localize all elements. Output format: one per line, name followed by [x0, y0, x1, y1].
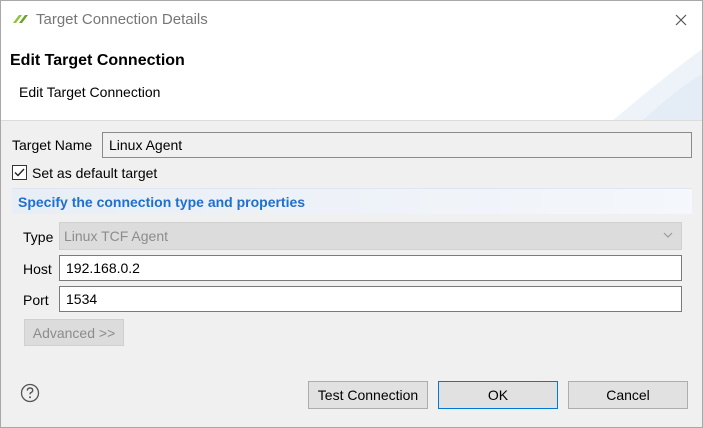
- type-dropdown[interactable]: Linux TCF Agent: [59, 222, 682, 250]
- banner-decoration: [613, 49, 702, 120]
- target-name-label: Target Name: [12, 137, 93, 153]
- type-label: Type: [23, 229, 54, 245]
- cancel-button[interactable]: Cancel: [568, 381, 688, 409]
- banner-subtitle: Edit Target Connection: [19, 84, 161, 100]
- app-logo-icon: [13, 15, 28, 23]
- banner-title: Edit Target Connection: [10, 52, 185, 69]
- connection-group-header: Specify the connection type and properti…: [12, 188, 692, 214]
- host-field[interactable]: [59, 255, 682, 281]
- default-target-label[interactable]: Set as default target: [32, 165, 157, 181]
- ok-button[interactable]: OK: [438, 381, 558, 409]
- title-bar: Target Connection Details: [1, 1, 702, 39]
- checkmark-icon: [14, 168, 25, 177]
- type-dropdown-value: Linux TCF Agent: [64, 228, 169, 244]
- advanced-button[interactable]: Advanced >>: [24, 319, 124, 346]
- close-button[interactable]: [666, 5, 696, 35]
- help-icon[interactable]: [20, 383, 40, 403]
- test-connection-button[interactable]: Test Connection: [308, 381, 428, 409]
- target-name-field[interactable]: [102, 132, 692, 158]
- connection-group-title: Specify the connection type and properti…: [18, 194, 306, 210]
- header-banner: Edit Target Connection Edit Target Conne…: [1, 39, 702, 121]
- close-icon: [675, 14, 687, 26]
- target-connection-dialog: Target Connection Details Edit Target Co…: [0, 0, 703, 428]
- host-label: Host: [23, 261, 52, 277]
- chevron-down-icon: [663, 232, 673, 238]
- default-target-checkbox[interactable]: [12, 165, 27, 180]
- port-label: Port: [23, 292, 49, 308]
- window-title: Target Connection Details: [36, 11, 208, 28]
- port-field[interactable]: [59, 286, 682, 312]
